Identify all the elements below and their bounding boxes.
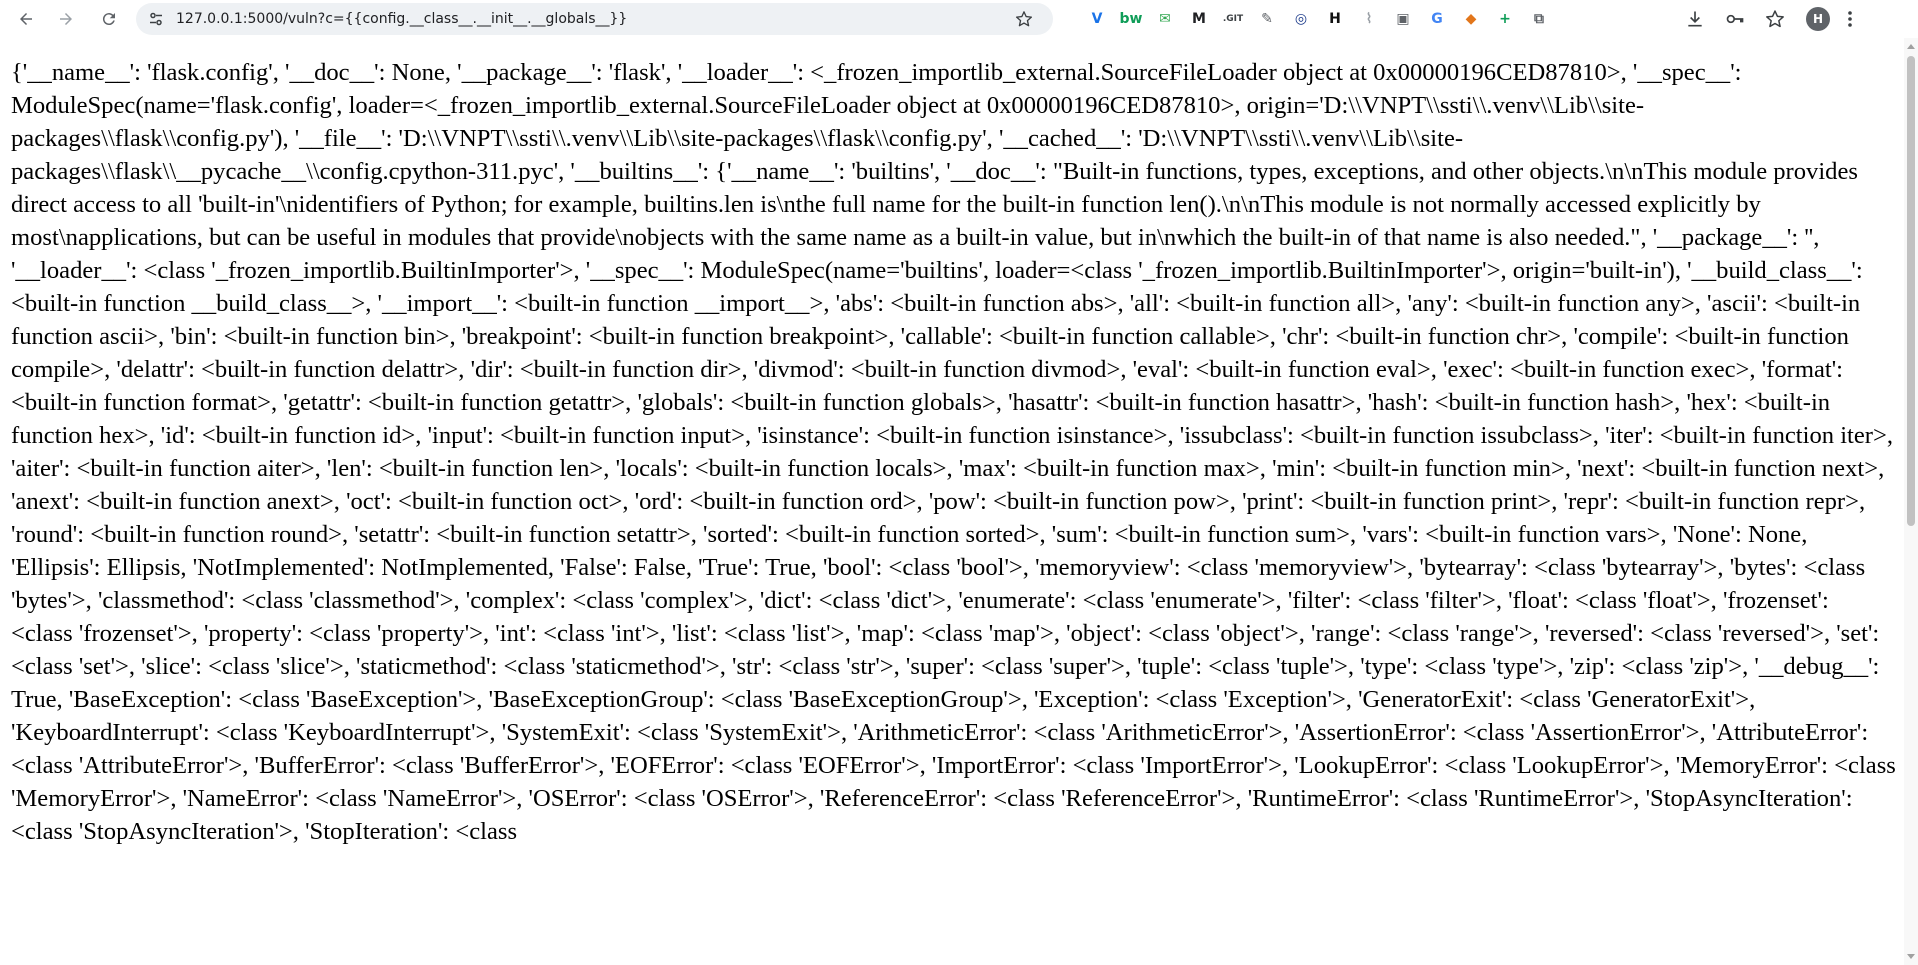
tune-icon [150,12,162,26]
bookmark-star-button[interactable] [1013,8,1035,30]
downloads-button[interactable] [1680,4,1710,34]
bw-extension-icon[interactable]: bw [1116,4,1146,34]
fox-extension-icon-glyph: ◆ [1465,11,1477,27]
download-icon [1688,11,1702,27]
plus-extension-icon-glyph: + [1499,11,1511,27]
vimeo-like-icon-glyph: V [1091,11,1103,27]
wand-extension-icon[interactable]: ✎ [1252,4,1282,34]
vimeo-like-icon[interactable]: V [1082,4,1112,34]
more-vert-icon [1848,11,1852,27]
screen-extension-icon[interactable]: ▣ [1388,4,1418,34]
scrollbar-thumb[interactable] [1907,56,1915,526]
mail-extension-icon[interactable]: ✉ [1150,4,1180,34]
site-info-button[interactable] [144,7,168,31]
m-extension-icon[interactable]: M [1184,4,1214,34]
mail-extension-icon-glyph: ✉ [1159,11,1171,27]
password-key-button[interactable] [1720,4,1750,34]
fingerprint-extension-icon[interactable]: ⌇ [1354,4,1384,34]
scroll-up-arrow-icon[interactable] [1907,44,1915,49]
page-viewport: {'__name__': 'flask.config', '__doc__': … [0,38,1904,965]
menu-button[interactable] [1838,4,1862,34]
forward-button[interactable] [51,4,81,34]
profile-avatar[interactable]: H [1806,7,1830,31]
vertical-scrollbar[interactable] [1904,38,1918,965]
m-extension-icon-glyph: M [1192,11,1206,27]
extensions-bar: Vbw ✉ M .GIT ✎ ◎ H ⌇ ▣ G ◆ + ⧉ [1082,4,1558,34]
star-icon [1015,11,1033,27]
star-outline-icon [1766,10,1784,28]
translate-extension-icon-glyph: G [1431,11,1443,27]
target-extension-icon[interactable]: ◎ [1286,4,1316,34]
wand-extension-icon-glyph: ✎ [1261,11,1273,27]
url-text[interactable]: 127.0.0.1:5000/vuln?c={{config.__class__… [176,11,627,27]
back-button[interactable] [11,4,41,34]
bookmarks-button[interactable] [1760,4,1790,34]
browser-toolbar: 127.0.0.1:5000/vuln?c={{config.__class__… [0,0,1918,38]
puzzle-extensions-icon-glyph: ⧉ [1534,11,1544,27]
template-output-text: {'__name__': 'flask.config', '__doc__': … [11,59,1896,845]
fox-extension-icon[interactable]: ◆ [1456,4,1486,34]
h-extension-icon-glyph: H [1329,11,1341,27]
bw-extension-icon-glyph: bw [1119,11,1143,27]
forward-arrow-icon [60,13,72,25]
reload-icon [102,13,115,26]
plus-extension-icon[interactable]: + [1490,4,1520,34]
screen-extension-icon-glyph: ▣ [1396,11,1410,27]
fingerprint-extension-icon-glyph: ⌇ [1365,11,1373,27]
scroll-down-arrow-icon[interactable] [1907,954,1915,959]
git-extension-icon[interactable]: .GIT [1218,4,1248,34]
puzzle-extensions-icon[interactable]: ⧉ [1524,4,1554,34]
h-extension-icon[interactable]: H [1320,4,1350,34]
toolbar-actions: H [1680,4,1862,34]
key-icon [1726,14,1744,24]
address-bar[interactable]: 127.0.0.1:5000/vuln?c={{config.__class__… [136,3,1053,35]
git-extension-icon-glyph: .GIT [1222,14,1244,24]
reload-button[interactable] [94,4,124,34]
target-extension-icon-glyph: ◎ [1294,11,1308,27]
translate-extension-icon[interactable]: G [1422,4,1452,34]
back-arrow-icon [20,13,32,25]
